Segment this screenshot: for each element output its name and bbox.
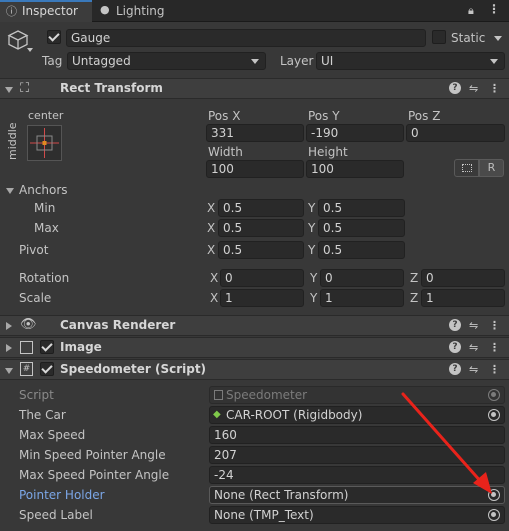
speed-label-label: Speed Label: [19, 508, 93, 522]
anchors-fold-icon[interactable]: [6, 188, 14, 194]
anchor-max-y-field[interactable]: 0.5: [318, 219, 405, 237]
context-menu-icon[interactable]: ⋮: [489, 363, 500, 377]
rotation-label: Rotation: [19, 271, 70, 285]
rect-transform-icon: ⛶: [20, 81, 30, 96]
pos-x-label: Pos X: [208, 109, 241, 123]
image-enabled-checkbox[interactable]: [40, 340, 54, 354]
width-field[interactable]: 100: [206, 160, 304, 178]
scale-z-field[interactable]: 1: [421, 289, 505, 307]
anchor-min-y-field[interactable]: 0.5: [318, 199, 405, 217]
presets-icon[interactable]: ⇋: [469, 341, 478, 355]
light-bulb-icon: ●: [100, 3, 110, 16]
presets-icon[interactable]: ⇋: [469, 319, 478, 333]
context-menu-icon[interactable]: ⋮: [489, 82, 500, 96]
rotation-z-field[interactable]: 0: [421, 269, 505, 287]
fold-closed-icon[interactable]: [6, 322, 12, 330]
object-name-field[interactable]: Gauge: [66, 29, 426, 47]
anchor-min-label: Min: [34, 201, 56, 215]
help-icon[interactable]: ?: [449, 82, 461, 94]
raw-edit-button[interactable]: R: [479, 159, 504, 177]
anchor-vertical-label: middle: [6, 122, 19, 160]
help-icon[interactable]: ?: [449, 319, 461, 331]
script-label: Script: [19, 388, 54, 402]
presets-icon[interactable]: ⇋: [469, 363, 478, 377]
annotation-arrow: [401, 392, 492, 494]
anchor-max-x-field[interactable]: 0.5: [218, 219, 304, 237]
height-field[interactable]: 100: [306, 160, 404, 178]
max-speed-angle-label: Max Speed Pointer Angle: [19, 468, 170, 482]
layer-label: Layer: [280, 54, 314, 68]
presets-icon[interactable]: ⇋: [469, 82, 478, 96]
lock-icon[interactable]: 🔒︎: [468, 4, 474, 18]
tab-inspector[interactable]: ⓘ Inspector: [0, 0, 92, 22]
layer-dropdown[interactable]: UI: [316, 52, 505, 70]
context-menu-icon[interactable]: ⋮: [489, 341, 500, 355]
help-icon[interactable]: ?: [449, 363, 461, 375]
speedometer-header[interactable]: # Speedometer (Script) ? ⇋ ⋮: [0, 359, 509, 380]
context-menu-icon[interactable]: ⋮: [489, 319, 500, 333]
active-checkbox[interactable]: [47, 30, 61, 44]
pos-x-field[interactable]: 331: [206, 124, 304, 142]
icon-dropdown-icon[interactable]: [27, 48, 33, 52]
tab-bar: ⓘ Inspector ● Lighting 🔒︎ ⋮: [0, 0, 509, 22]
fold-closed-icon[interactable]: [6, 344, 12, 352]
pointer-holder-label: Pointer Holder: [19, 488, 105, 502]
scale-y-field[interactable]: 1: [320, 289, 404, 307]
scale-label: Scale: [19, 291, 52, 305]
anchor-min-x-field[interactable]: 0.5: [218, 199, 304, 217]
static-checkbox[interactable]: [432, 30, 446, 44]
tag-label: Tag: [42, 54, 63, 68]
scale-x-field[interactable]: 1: [220, 289, 304, 307]
pivot-y-field[interactable]: 0.5: [318, 241, 405, 259]
fold-open-icon[interactable]: [5, 368, 13, 374]
script-enabled-checkbox[interactable]: [40, 362, 54, 376]
pos-y-field[interactable]: -190: [306, 124, 404, 142]
tab-lighting[interactable]: ● Lighting: [94, 0, 184, 22]
min-speed-angle-label: Min Speed Pointer Angle: [19, 448, 166, 462]
the-car-label: The Car: [19, 408, 66, 422]
blueprint-mode-button[interactable]: [454, 159, 479, 177]
width-label: Width: [208, 145, 243, 159]
rect-transform-header[interactable]: ⛶ Rect Transform ? ⇋ ⋮: [0, 78, 509, 99]
object-picker-icon[interactable]: [488, 509, 500, 521]
canvas-renderer-header[interactable]: 👁︎ Canvas Renderer ? ⇋ ⋮: [0, 315, 509, 336]
eye-icon: 👁︎: [20, 317, 37, 332]
tag-dropdown[interactable]: Untagged: [67, 52, 266, 70]
info-icon: ⓘ: [6, 5, 17, 18]
pos-z-label: Pos Z: [408, 109, 441, 123]
rigidbody-icon: ◆: [213, 409, 221, 420]
speed-label-field[interactable]: None (TMP_Text): [209, 506, 505, 524]
script-file-icon: [214, 390, 223, 400]
anchor-horizontal-label: center: [28, 109, 64, 122]
fold-open-icon[interactable]: [5, 87, 13, 93]
pivot-label: Pivot: [19, 243, 49, 257]
anchor-max-label: Max: [34, 221, 59, 235]
height-label: Height: [308, 145, 348, 159]
rotation-y-field[interactable]: 0: [320, 269, 404, 287]
anchor-presets-button[interactable]: [27, 125, 62, 161]
max-speed-label: Max Speed: [19, 428, 86, 442]
static-label: Static: [451, 31, 486, 45]
pos-z-field[interactable]: 0: [406, 124, 505, 142]
script-icon: #: [20, 362, 33, 376]
image-icon: [20, 341, 33, 354]
rotation-x-field[interactable]: 0: [220, 269, 304, 287]
help-icon[interactable]: ?: [449, 341, 461, 353]
anchors-label: Anchors: [19, 183, 68, 197]
more-options-icon[interactable]: ⋮: [488, 2, 500, 16]
pos-y-label: Pos Y: [308, 109, 340, 123]
static-dropdown-icon[interactable]: [494, 36, 502, 41]
pivot-x-field[interactable]: 0.5: [218, 241, 304, 259]
image-header[interactable]: Image ? ⇋ ⋮: [0, 337, 509, 358]
